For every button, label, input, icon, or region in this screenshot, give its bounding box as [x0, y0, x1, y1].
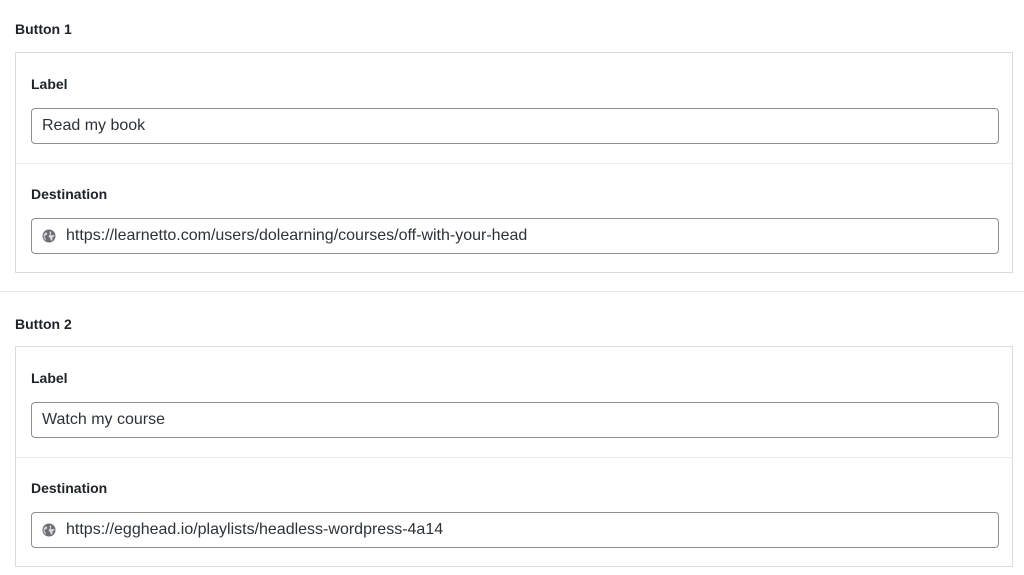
label-input[interactable]: Read my book [31, 108, 999, 144]
button-2-panel: Label Watch my course Destination https:… [15, 346, 1013, 567]
destination-field: Destination https://egghead.io/playlists… [16, 458, 1012, 567]
destination-input-value: https://egghead.io/playlists/headless-wo… [66, 521, 444, 538]
button-1-panel: Label Read my book Destination https://l… [15, 52, 1013, 273]
destination-field: Destination https://learnetto.com/users/… [16, 164, 1012, 273]
label-field-label: Label [31, 370, 68, 386]
globe-icon [42, 523, 56, 537]
label-field-label: Label [31, 76, 68, 92]
label-input-value: Read my book [42, 117, 146, 134]
section-separator [0, 291, 1024, 292]
globe-icon [42, 229, 56, 243]
destination-input[interactable]: https://egghead.io/playlists/headless-wo… [31, 512, 999, 548]
label-field: Label Read my book [16, 53, 1012, 163]
button-1-section: Button 1 Label Read my book Destination … [0, 0, 1024, 290]
button-2-section: Button 2 Label Watch my course Destinati… [0, 294, 1024, 575]
label-field: Label Watch my course [16, 347, 1012, 457]
label-input[interactable]: Watch my course [31, 402, 999, 438]
destination-field-label: Destination [31, 186, 108, 202]
destination-input-value: https://learnetto.com/users/dolearning/c… [66, 227, 528, 244]
destination-input[interactable]: https://learnetto.com/users/dolearning/c… [31, 218, 999, 254]
destination-field-label: Destination [31, 480, 108, 496]
button-2-title: Button 2 [15, 316, 72, 332]
button-1-title: Button 1 [15, 21, 72, 37]
label-input-value: Watch my course [42, 411, 165, 428]
